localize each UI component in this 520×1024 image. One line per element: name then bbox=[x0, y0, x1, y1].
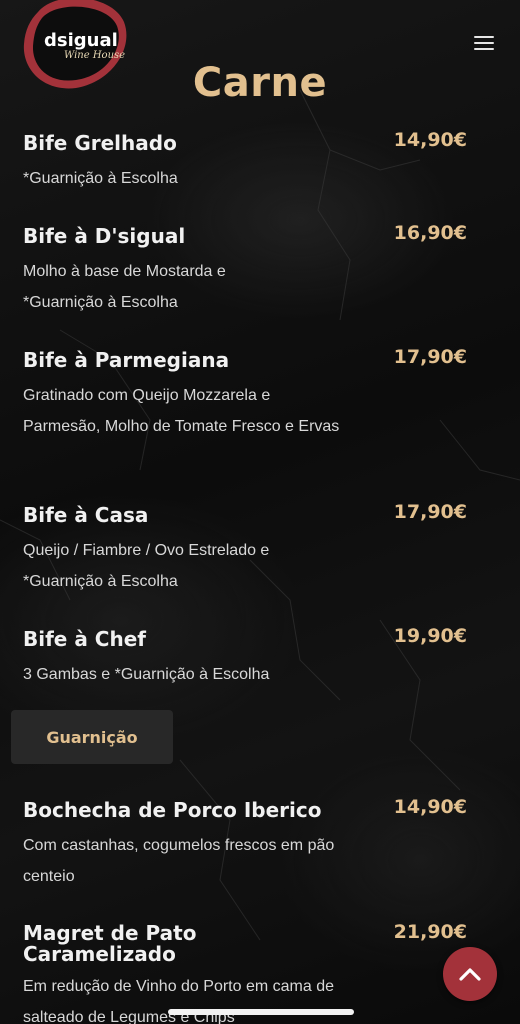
logo-wordmark: dsigual bbox=[44, 30, 118, 51]
item-price: 21,90€ bbox=[393, 921, 467, 943]
item-name: Bife à D'sigual bbox=[23, 224, 186, 248]
hamburger-icon-bar bbox=[474, 48, 494, 50]
chevron-up-icon bbox=[459, 968, 481, 981]
menu-item: Bife à Chef 19,90€ 3 Gambas e *Guarnição… bbox=[23, 625, 483, 690]
item-description: Com castanhas, cogumelos frescos em pão … bbox=[23, 837, 335, 885]
menu-item: Bife à Casa 17,90€ Queijo / Fiambre / Ov… bbox=[23, 501, 483, 597]
menu-item: Bochecha de Porco Iberico 14,90€ Com cas… bbox=[23, 796, 483, 892]
item-price: 19,90€ bbox=[393, 625, 467, 647]
hamburger-menu-button[interactable] bbox=[472, 34, 498, 52]
menu-item: Bife à D'sigual 16,90€ Molho à base de M… bbox=[23, 222, 483, 318]
item-description: Queijo / Fiambre / Ovo Estrelado e *Guar… bbox=[23, 542, 270, 590]
item-description: Molho à base de Mostarda e *Guarnição à … bbox=[23, 263, 226, 311]
item-price: 14,90€ bbox=[393, 796, 467, 818]
menu-item: Bife Grelhado 14,90€ *Guarnição à Escolh… bbox=[23, 129, 483, 194]
item-description: Gratinado com Queijo Mozzarela e Parmesã… bbox=[23, 387, 340, 435]
item-name: Bife à Parmegiana bbox=[23, 348, 230, 372]
item-name: Bife à Casa bbox=[23, 503, 149, 527]
item-price: 16,90€ bbox=[393, 222, 467, 244]
item-price: 14,90€ bbox=[393, 129, 467, 151]
hamburger-icon bbox=[474, 36, 494, 38]
item-description: *Guarnição à Escolha bbox=[23, 170, 178, 187]
home-indicator bbox=[168, 1009, 354, 1015]
item-name: Bochecha de Porco Iberico bbox=[23, 798, 322, 822]
item-name: Bife Grelhado bbox=[23, 131, 177, 155]
page-title: Carne bbox=[192, 60, 328, 106]
item-name: Magret de Pato Caramelizado bbox=[23, 921, 197, 966]
guarnicao-button[interactable]: Guarnição bbox=[11, 710, 173, 764]
scroll-to-top-button[interactable] bbox=[443, 947, 497, 1001]
item-description: 3 Gambas e *Guarnição à Escolha bbox=[23, 666, 270, 683]
item-name: Bife à Chef bbox=[23, 627, 146, 651]
hamburger-icon-bar bbox=[474, 42, 494, 44]
menu-item: Bife à Parmegiana 17,90€ Gratinado com Q… bbox=[23, 346, 483, 442]
item-price: 17,90€ bbox=[393, 346, 467, 368]
item-price: 17,90€ bbox=[393, 501, 467, 523]
item-description: Em redução de Vinho do Porto em cama de … bbox=[23, 978, 334, 1024]
